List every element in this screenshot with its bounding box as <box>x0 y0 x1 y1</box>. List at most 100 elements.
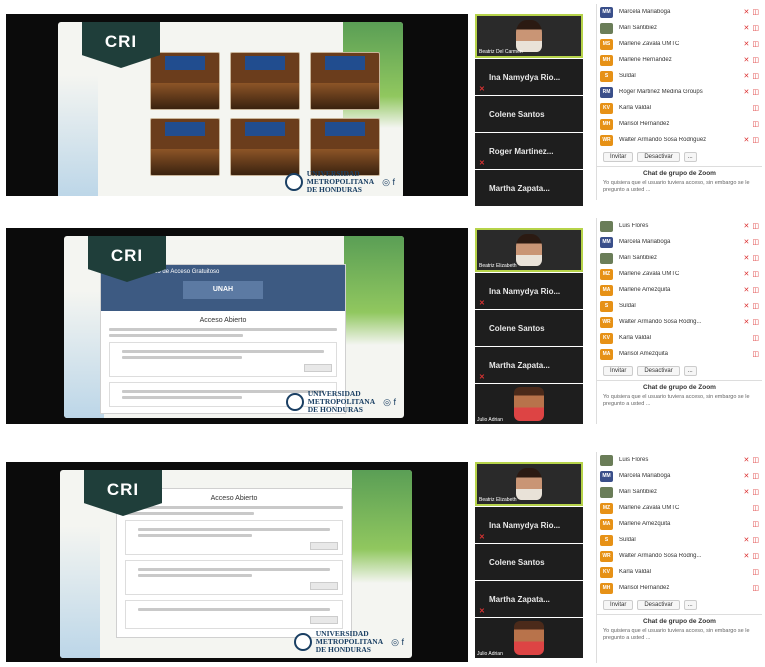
video-off-icon[interactable]: ◫ <box>752 88 759 96</box>
mic-off-icon[interactable]: ✕ <box>744 552 750 560</box>
resource-button[interactable] <box>304 364 332 372</box>
participant-row[interactable]: Mari Santibiez ✕ ◫ <box>597 484 762 500</box>
video-off-icon[interactable]: ◫ <box>752 302 759 310</box>
video-off-icon[interactable]: ◫ <box>752 238 759 246</box>
mic-off-icon[interactable]: ✕ <box>744 24 750 32</box>
invite-button[interactable]: Invitar <box>603 366 634 376</box>
video-off-icon[interactable]: ◫ <box>752 254 759 262</box>
more-button[interactable]: ... <box>683 366 697 376</box>
invite-button[interactable]: Invitar <box>603 600 634 610</box>
video-off-icon[interactable]: ◫ <box>752 104 759 112</box>
participant-row[interactable]: MH Marisol Hernandez ◫ <box>597 116 762 132</box>
mic-off-icon[interactable]: ✕ <box>744 222 750 230</box>
mute-all-button[interactable]: Desactivar <box>637 366 680 376</box>
participant-tile[interactable]: Martha Zapata... ✕ <box>475 581 583 617</box>
mic-off-icon[interactable]: ✕ <box>744 136 750 144</box>
video-off-icon[interactable]: ◫ <box>752 222 759 230</box>
participant-row[interactable]: Luis Flores ✕ ◫ <box>597 218 762 234</box>
mic-off-icon[interactable]: ✕ <box>744 536 750 544</box>
participant-row[interactable]: MA Marlene Amezquita ◫ <box>597 516 762 532</box>
participant-row[interactable]: MM Marcela Mariaboga ✕ ◫ <box>597 234 762 250</box>
participant-row[interactable]: MZ Marlene Zavala UMTC ◫ <box>597 500 762 516</box>
participant-row[interactable]: S Suldal ✕ ◫ <box>597 532 762 548</box>
participant-tile[interactable]: Ina Namydya Rio... ✕ <box>475 59 583 95</box>
participant-row[interactable]: WR Walter Armando Sosa Rodriguez ✕ ◫ <box>597 132 762 148</box>
video-off-icon[interactable]: ◫ <box>752 40 759 48</box>
mute-all-button[interactable]: Desactivar <box>637 600 680 610</box>
participant-row[interactable]: MH Marisol Hernandez ◫ <box>597 580 762 596</box>
participant-tile[interactable]: Roger Martinez... ✕ <box>475 133 583 169</box>
participant-row[interactable]: MA Marisol Amezquita ◫ <box>597 346 762 362</box>
mic-off-icon[interactable]: ✕ <box>744 56 750 64</box>
participant-row[interactable]: MM Marcela Mariaboga ✕ ◫ <box>597 4 762 20</box>
participant-row[interactable]: S Suldal ✕ ◫ <box>597 68 762 84</box>
resource-thumbnail[interactable] <box>230 118 300 176</box>
video-off-icon[interactable]: ◫ <box>752 24 759 32</box>
participant-row[interactable]: RM Roger Martinez Medina Groups ✕ ◫ <box>597 84 762 100</box>
participant-row[interactable]: KV Karla Valdal ◫ <box>597 330 762 346</box>
participant-row[interactable]: MH Marlene Hernandez ✕ ◫ <box>597 52 762 68</box>
participant-row[interactable]: KV Karla Valdal ◫ <box>597 564 762 580</box>
participant-video-tile[interactable]: Beatriz Elizabeth <box>475 228 583 272</box>
video-off-icon[interactable]: ◫ <box>752 520 759 528</box>
resource-thumbnail[interactable] <box>150 52 220 110</box>
mic-off-icon[interactable]: ✕ <box>744 270 750 278</box>
participant-tile[interactable]: Ina Namydya Rio... ✕ <box>475 273 583 309</box>
video-off-icon[interactable]: ◫ <box>752 584 759 592</box>
video-off-icon[interactable]: ◫ <box>752 568 759 576</box>
video-off-icon[interactable]: ◫ <box>752 120 759 128</box>
participant-row[interactable]: KV Karla Valdal ◫ <box>597 100 762 116</box>
resource-button[interactable] <box>310 542 338 550</box>
invite-button[interactable]: Invitar <box>603 152 634 162</box>
mic-off-icon[interactable]: ✕ <box>744 88 750 96</box>
participant-row[interactable]: Mari Santibiez ✕ ◫ <box>597 250 762 266</box>
participant-row[interactable]: MA Marlene Amezquita ✕ ◫ <box>597 282 762 298</box>
mic-off-icon[interactable]: ✕ <box>744 254 750 262</box>
participant-row[interactable]: WR Walter Armando Sosa Rodrig... ✕ ◫ <box>597 314 762 330</box>
resource-button[interactable] <box>310 582 338 590</box>
mic-off-icon[interactable]: ✕ <box>744 238 750 246</box>
video-off-icon[interactable]: ◫ <box>752 286 759 294</box>
video-off-icon[interactable]: ◫ <box>752 488 759 496</box>
mic-off-icon[interactable]: ✕ <box>744 318 750 326</box>
mic-off-icon[interactable]: ✕ <box>744 456 750 464</box>
participant-tile[interactable]: Colene Santos <box>475 544 583 580</box>
more-button[interactable]: ... <box>683 600 697 610</box>
mic-off-icon[interactable]: ✕ <box>744 472 750 480</box>
mic-off-icon[interactable]: ✕ <box>744 488 750 496</box>
mic-off-icon[interactable]: ✕ <box>744 286 750 294</box>
resource-thumbnail[interactable] <box>230 52 300 110</box>
resource-thumbnail[interactable] <box>310 52 380 110</box>
participant-row[interactable]: Luis Flores ✕ ◫ <box>597 452 762 468</box>
video-off-icon[interactable]: ◫ <box>752 456 759 464</box>
participant-row[interactable]: WR Walter Armando Sosa Rodrig... ✕ ◫ <box>597 548 762 564</box>
participant-row[interactable]: MS Marlene Zavala UMTC ✕ ◫ <box>597 36 762 52</box>
video-off-icon[interactable]: ◫ <box>752 8 759 16</box>
participant-row[interactable]: MM Marcela Mariaboga ✕ ◫ <box>597 468 762 484</box>
participant-row[interactable]: Mari Santibiez ✕ ◫ <box>597 20 762 36</box>
video-off-icon[interactable]: ◫ <box>752 504 759 512</box>
mic-off-icon[interactable]: ✕ <box>744 72 750 80</box>
participant-tile[interactable]: Martha Zapata... ✕ <box>475 347 583 383</box>
mic-off-icon[interactable]: ✕ <box>744 40 750 48</box>
participant-tile[interactable]: Ina Namydya Rio... ✕ <box>475 507 583 543</box>
participant-video-tile[interactable]: Julio Adrian <box>475 384 583 424</box>
video-off-icon[interactable]: ◫ <box>752 270 759 278</box>
video-off-icon[interactable]: ◫ <box>752 72 759 80</box>
resource-button[interactable] <box>310 616 338 624</box>
mic-off-icon[interactable]: ✕ <box>744 302 750 310</box>
video-off-icon[interactable]: ◫ <box>752 334 759 342</box>
resource-thumbnail[interactable] <box>310 118 380 176</box>
video-off-icon[interactable]: ◫ <box>752 56 759 64</box>
video-off-icon[interactable]: ◫ <box>752 552 759 560</box>
participant-row[interactable]: S Suldal ✕ ◫ <box>597 298 762 314</box>
video-off-icon[interactable]: ◫ <box>752 136 759 144</box>
participant-row[interactable]: MZ Marlene Zavala UMTC ✕ ◫ <box>597 266 762 282</box>
video-off-icon[interactable]: ◫ <box>752 536 759 544</box>
video-off-icon[interactable]: ◫ <box>752 318 759 326</box>
mute-all-button[interactable]: Desactivar <box>637 152 680 162</box>
resource-thumbnail[interactable] <box>150 118 220 176</box>
more-button[interactable]: ... <box>683 152 697 162</box>
participant-video-tile[interactable]: Beatriz Del Carmen <box>475 14 583 58</box>
mic-off-icon[interactable]: ✕ <box>744 8 750 16</box>
